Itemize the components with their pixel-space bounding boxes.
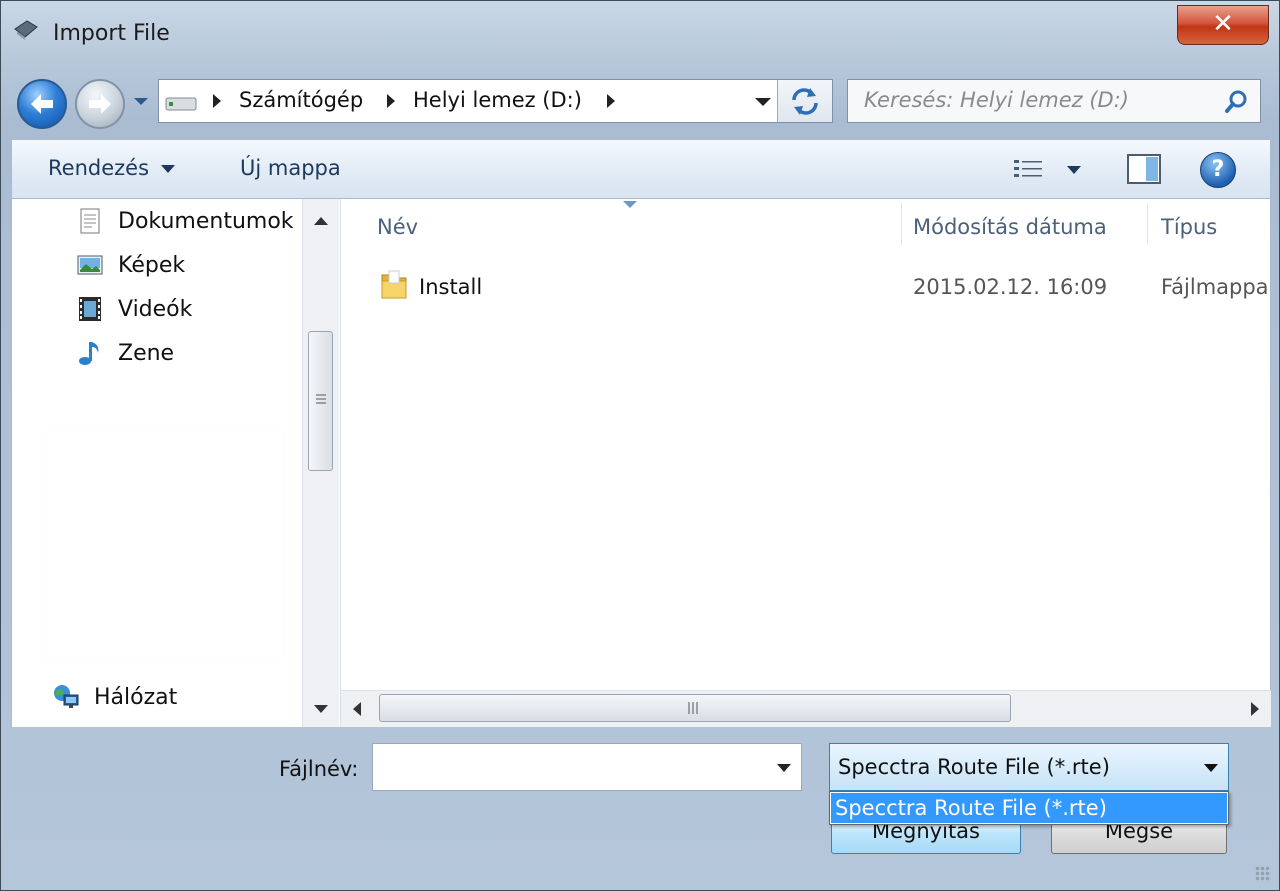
sidebar-item-pictures[interactable]: Képek (76, 251, 185, 279)
music-icon (79, 342, 99, 365)
sidebar-item-label: Zene (118, 340, 175, 366)
search-icon[interactable] (1224, 89, 1250, 115)
column-header-name[interactable]: Név (377, 215, 418, 239)
scroll-down-icon[interactable] (314, 705, 328, 713)
help-icon: ? (1211, 157, 1225, 182)
new-folder-button[interactable]: Új mappa (240, 156, 341, 180)
close-button[interactable]: ✕ (1177, 5, 1269, 45)
sidebar-item-documents[interactable]: Dokumentumok (76, 207, 294, 235)
filename-input[interactable] (372, 743, 802, 791)
breadcrumb-drive[interactable]: Helyi lemez (D:) (413, 88, 582, 112)
sidebar-item-label: Dokumentumok (118, 208, 294, 234)
app-icon (14, 20, 38, 40)
content-area: Dokumentumok Képek Videók Zene Hálózat N… (11, 199, 1271, 727)
organize-label: Rendezés (48, 156, 150, 180)
window-title: Import File (53, 21, 170, 46)
breadcrumb-separator-icon[interactable] (607, 94, 615, 108)
breadcrumb-separator-icon[interactable] (387, 94, 395, 108)
sidebar-item-label: Képek (118, 252, 186, 278)
arrow-right-icon (89, 94, 111, 114)
import-file-dialog: Import File ✕ Számítógép Helyi lemez (D:… (0, 0, 1280, 891)
close-icon: ✕ (1212, 9, 1234, 39)
refresh-button[interactable] (777, 80, 832, 122)
file-list-horizontal-scrollbar[interactable] (341, 690, 1271, 727)
search-box[interactable]: Keresés: Helyi lemez (D:) (847, 79, 1261, 123)
arrow-left-icon (31, 94, 53, 114)
sidebar-vertical-scrollbar[interactable] (302, 199, 339, 727)
file-type: Fájlmappa (1161, 275, 1269, 299)
breadcrumb-separator-icon[interactable] (213, 94, 221, 108)
file-modified: 2015.02.12. 16:09 (913, 275, 1108, 299)
command-bar: Rendezés Új mappa ? (11, 139, 1271, 199)
column-header-modified[interactable]: Módosítás dátuma (913, 215, 1107, 239)
sidebar-item-label: Videók (118, 296, 193, 322)
help-button[interactable]: ? (1200, 152, 1236, 188)
network-icon (54, 685, 79, 708)
filetype-select[interactable]: Specctra Route File (*.rte) (829, 743, 1229, 791)
file-list: Név Módosítás dátuma Típus Install 2015.… (340, 199, 1271, 727)
resize-grip-icon[interactable] (1255, 866, 1271, 882)
column-divider[interactable] (1147, 203, 1148, 245)
recent-pages-dropdown[interactable] (131, 91, 151, 111)
picture-icon (77, 255, 103, 275)
scroll-left-icon[interactable] (353, 702, 361, 716)
file-name[interactable]: Install (419, 275, 482, 299)
title-bar: Import File ✕ (1, 1, 1279, 71)
filetype-option[interactable]: Specctra Route File (*.rte) (831, 793, 1227, 823)
address-bar[interactable]: Számítógép Helyi lemez (D:) (158, 79, 833, 123)
back-button[interactable] (17, 79, 67, 129)
preview-pane-icon[interactable] (1126, 152, 1162, 186)
scroll-up-icon[interactable] (314, 217, 328, 225)
sidebar-item-videos[interactable]: Videók (76, 295, 192, 323)
filename-label: Fájlnév: (279, 757, 359, 781)
sidebar-item-label: Hálózat (94, 684, 178, 710)
view-options-dropdown-icon[interactable] (1066, 164, 1082, 176)
ghost-panel (42, 429, 284, 657)
document-icon (80, 208, 100, 234)
folder-icon (381, 270, 407, 299)
scroll-right-icon[interactable] (1251, 702, 1259, 716)
navigation-pane: Dokumentumok Képek Videók Zene Hálózat (12, 199, 339, 727)
sidebar-item-music[interactable]: Zene (76, 339, 174, 367)
sort-indicator-icon (623, 201, 637, 208)
column-header-type[interactable]: Típus (1161, 215, 1217, 239)
filetype-dropdown-list: Specctra Route File (*.rte) (829, 791, 1229, 825)
scroll-thumb[interactable] (308, 331, 333, 471)
scroll-thumb[interactable] (379, 694, 1011, 722)
chevron-down-icon (161, 165, 176, 173)
breadcrumb-computer[interactable]: Számítógép (239, 88, 363, 112)
column-divider[interactable] (901, 203, 902, 245)
refresh-icon (792, 88, 818, 115)
grip-icon (316, 394, 326, 404)
filename-dropdown-icon[interactable] (777, 764, 791, 772)
chevron-down-icon[interactable] (1204, 764, 1218, 772)
address-dropdown-icon[interactable] (755, 98, 771, 106)
organize-button[interactable]: Rendezés (48, 156, 176, 180)
filetype-selected[interactable]: Specctra Route File (*.rte) (838, 755, 1110, 779)
grip-icon (688, 702, 698, 714)
view-list-icon[interactable] (1012, 156, 1046, 184)
sidebar-item-network[interactable]: Hálózat (52, 683, 177, 711)
forward-button[interactable] (75, 79, 125, 129)
drive-icon (165, 97, 197, 111)
search-placeholder[interactable]: Keresés: Helyi lemez (D:) (864, 88, 1129, 112)
video-icon (79, 297, 101, 321)
